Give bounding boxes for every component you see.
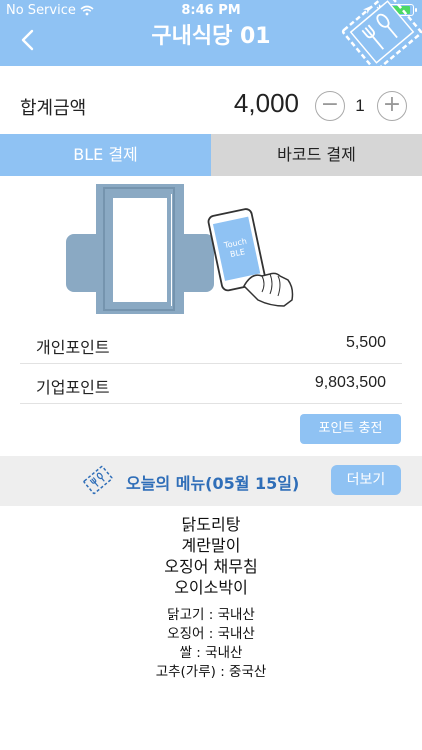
origin-item: 닭고기 : 국내산 (167, 607, 255, 623)
charge-points-button[interactable]: 포인트 충전 (300, 414, 401, 444)
quantity-value: 1 (355, 96, 365, 115)
menu-item: 계란말이 (181, 536, 241, 555)
points-list: 개인포인트 5,500 기업포인트 9,803,500 (20, 324, 402, 404)
point-value: 9,803,500 (314, 374, 386, 391)
total-label: 합계금액 (20, 98, 87, 119)
total-amount: 4,000 (233, 88, 299, 118)
point-value: 5,500 (345, 334, 386, 351)
menu-item: 닭도리탕 (181, 515, 241, 534)
tab-barcode-payment[interactable]: 바코드 결제 (211, 134, 422, 176)
order-total-row: 합계금액 4,000 − 1 + (0, 66, 422, 132)
more-menu-button[interactable]: 더보기 (331, 465, 401, 495)
origin-item: 고추(가루) : 중국산 (155, 664, 267, 680)
payment-tabs: BLE 결제 바코드 결제 (0, 134, 422, 176)
fork-spoon-icon (341, 0, 422, 66)
app-header: No Service 8:46 PM 구내식당 01 (0, 0, 422, 66)
quantity-increase-button[interactable]: + (377, 91, 407, 121)
quantity-decrease-button[interactable]: − (315, 91, 345, 121)
menu-items-list: 닭도리탕 계란말이 오징어 채무침 오이소박이 (0, 514, 422, 598)
ble-payment-illustration: Touch BLE (66, 184, 294, 314)
todays-menu-title: 오늘의 메뉴(05월 15일) (126, 474, 300, 493)
point-row-corporate: 기업포인트 9,803,500 (20, 364, 402, 404)
point-label: 기업포인트 (36, 378, 110, 397)
menu-item: 오징어 채무침 (164, 557, 258, 576)
tab-ble-payment[interactable]: BLE 결제 (0, 134, 211, 176)
meal-ticket-icon (83, 465, 113, 495)
origin-item: 오징어 : 국내산 (167, 626, 255, 642)
origin-list: 닭고기 : 국내산 오징어 : 국내산 쌀 : 국내산 고추(가루) : 중국산 (0, 606, 422, 682)
menu-item: 오이소박이 (174, 578, 248, 597)
point-label: 개인포인트 (36, 338, 110, 357)
hand-icon (243, 272, 294, 307)
point-row-personal: 개인포인트 5,500 (20, 324, 402, 364)
origin-item: 쌀 : 국내산 (179, 645, 243, 661)
